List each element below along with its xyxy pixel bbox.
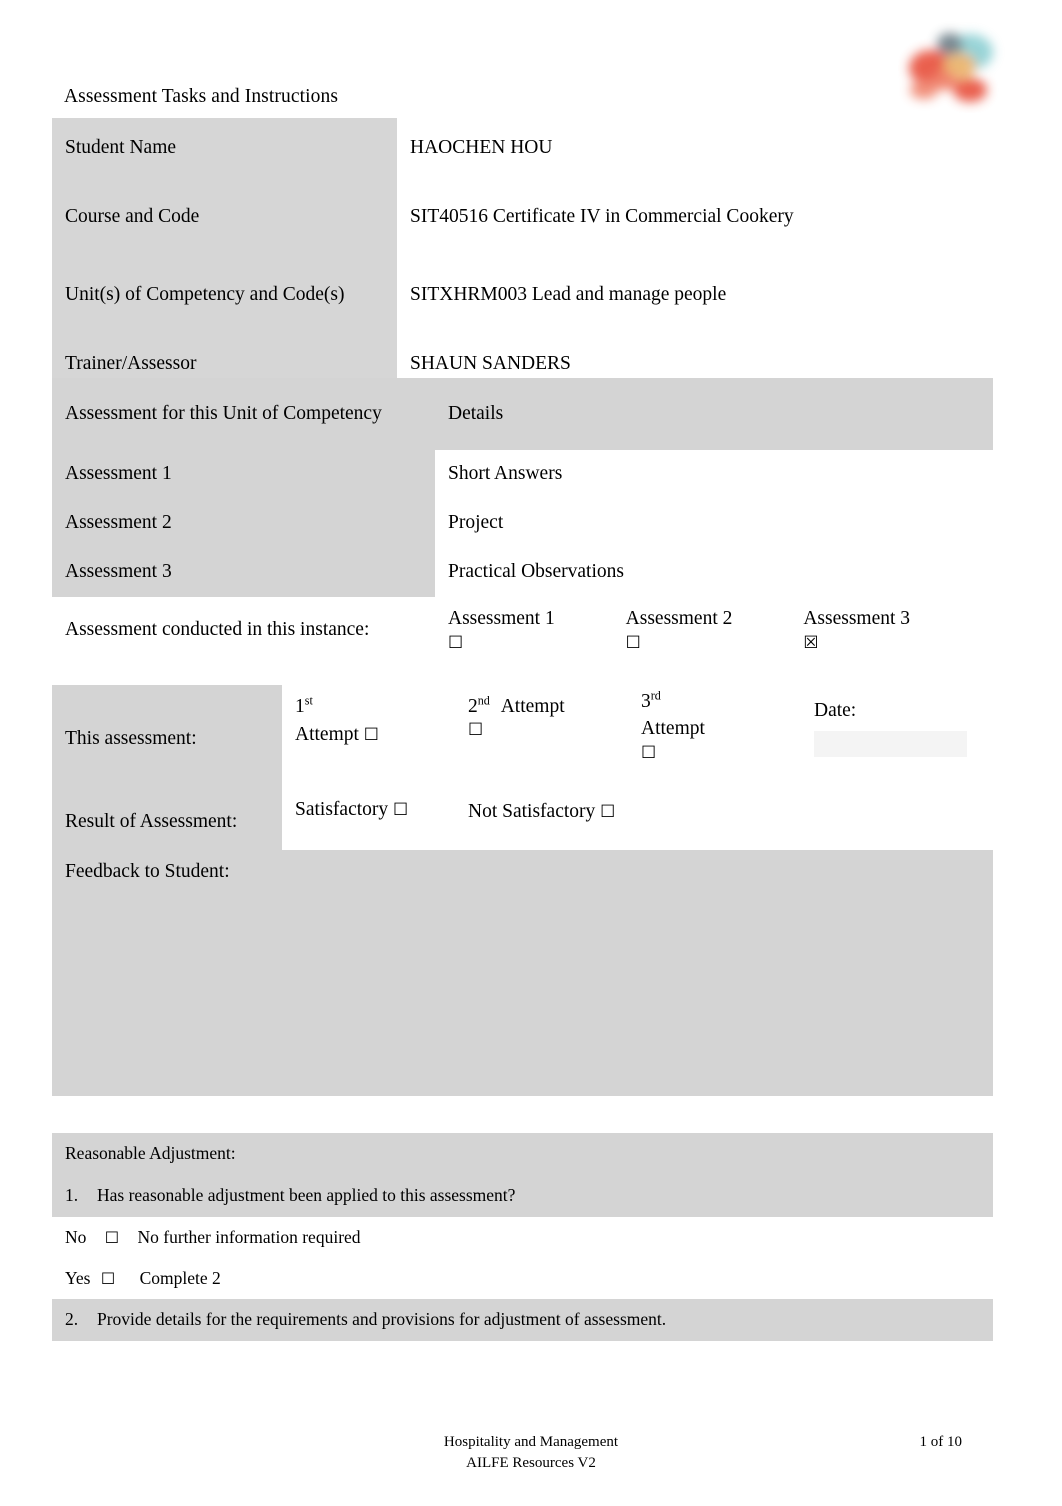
adjustment-q1-text: Has reasonable adjustment been applied t… xyxy=(97,1185,516,1206)
attempt-3-ordinal: rd xyxy=(650,688,661,703)
assessment-2-label: Assessment 2 xyxy=(52,499,435,548)
student-details-table: Student Name HAOCHEN HOU Course and Code… xyxy=(52,118,876,394)
table-header-row: Assessment for this Unit of Competency D… xyxy=(52,378,993,450)
adjustment-yes-text: Complete 2 xyxy=(139,1267,221,1288)
satisfactory-cell[interactable]: Satisfactory ☐ xyxy=(282,790,455,850)
table-row: Assessment 3 Practical Observations xyxy=(52,548,993,597)
attempt-3-checkbox[interactable]: ☐ xyxy=(641,743,789,764)
attempt-2-number: 2 xyxy=(468,696,478,717)
attempt-3-word: Attempt xyxy=(641,718,705,740)
table-row: Assessment 2 Project xyxy=(52,499,993,548)
adjustment-no-checkbox[interactable]: ☐ xyxy=(105,1228,119,1247)
adjustment-answer-box[interactable] xyxy=(52,1341,993,1396)
student-name-label: Student Name xyxy=(52,118,397,178)
footer-line-1: Hospitality and Management xyxy=(443,1434,619,1450)
date-cell[interactable]: Date: xyxy=(801,685,993,790)
course-code-label: Course and Code xyxy=(52,178,397,256)
attempt-1-cell[interactable]: 1st Attempt ☐ xyxy=(282,685,455,790)
attempt-result-table: This assessment: 1st Attempt ☐ 2nd Attem… xyxy=(52,685,993,1096)
result-row: Result of Assessment: Satisfactory ☐ Not… xyxy=(52,790,993,850)
satisfactory-label: Satisfactory xyxy=(295,799,389,820)
attempt-3-cell[interactable]: 3rd Attempt ☐ xyxy=(628,685,801,790)
attempt-2-word: Attempt xyxy=(500,696,565,717)
conducted-option-1-label: Assessment 1 xyxy=(448,608,555,630)
reasonable-adjustment-table: Reasonable Adjustment: 1. Has reasonable … xyxy=(52,1133,993,1396)
adjustment-yes-label: Yes xyxy=(65,1267,91,1288)
adjustment-q1-number: 1. xyxy=(65,1185,79,1206)
feedback-row: Feedback to Student: xyxy=(52,850,993,1096)
date-input[interactable] xyxy=(814,731,967,758)
attempt-1-ordinal: st xyxy=(304,693,313,708)
adjustment-yes-checkbox[interactable]: ☐ xyxy=(101,1269,115,1288)
footer-line-2: AILFE Resources V2 xyxy=(466,1454,596,1471)
conducted-option-2-label: Assessment 2 xyxy=(625,608,733,630)
document-page: Assessment Tasks and Instructions Studen… xyxy=(0,0,1062,1506)
conducted-option-assessment-2[interactable]: Assessment 2 ☐ xyxy=(626,607,804,654)
conducted-option-assessment-3[interactable]: Assessment 3 ☒ xyxy=(803,607,981,654)
adjustment-answer-row xyxy=(52,1341,993,1396)
assessment-2-value: Project xyxy=(435,499,993,548)
assessment-1-label: Assessment 1 xyxy=(52,450,435,499)
attempt-2-checkbox[interactable]: ☐ xyxy=(468,720,616,741)
conducted-option-3-label: Assessment 3 xyxy=(803,608,911,630)
date-label: Date: xyxy=(814,700,857,721)
not-satisfactory-checkbox[interactable]: ☐ xyxy=(600,802,615,822)
adjustment-question-1: 1. Has reasonable adjustment been applied… xyxy=(52,1175,993,1217)
assessment-3-label: Assessment 3 xyxy=(52,548,435,597)
adjustment-q2-row: 2. Provide details for the requirements a… xyxy=(52,1299,993,1341)
student-name-value[interactable]: HAOCHEN HOU xyxy=(397,118,876,178)
conducted-option-assessment-1[interactable]: Assessment 1 ☐ xyxy=(448,607,626,654)
conducted-checkbox-3[interactable]: ☒ xyxy=(803,633,981,654)
table-row: Course and Code SIT40516 Certificate IV … xyxy=(52,178,876,256)
adjustment-q2-text: Provide details for the requirements and… xyxy=(97,1309,667,1330)
attempt-1-checkbox[interactable]: ☐ xyxy=(364,725,379,745)
feedback-label: Feedback to Student: xyxy=(65,861,230,882)
details-header: Details xyxy=(435,378,993,450)
unit-competency-label: Unit(s) of Competency and Code(s) xyxy=(52,256,397,334)
adjustment-yes-row: Yes ☐ Complete 2 xyxy=(52,1258,993,1299)
this-assessment-label: This assessment: xyxy=(52,685,282,790)
table-row: Assessment 1 Short Answers xyxy=(52,450,993,499)
unit-competency-value[interactable]: SITXHRM003 Lead and manage people xyxy=(397,256,876,334)
adjustment-yes-option[interactable]: Yes ☐ Complete 2 xyxy=(52,1258,993,1299)
organisation-logo xyxy=(898,18,1008,113)
assessment-unit-header: Assessment for this Unit of Competency xyxy=(52,378,435,450)
attempt-2-ordinal: nd xyxy=(477,693,490,708)
adjustment-q1-row: 1. Has reasonable adjustment been applied… xyxy=(52,1175,993,1217)
adjustment-no-label: No xyxy=(65,1226,87,1247)
adjustment-no-option[interactable]: No ☐ No further information required xyxy=(52,1217,993,1258)
attempt-1-number: 1 xyxy=(295,696,305,717)
adjustment-q2-number: 2. xyxy=(65,1309,79,1330)
satisfactory-checkbox[interactable]: ☐ xyxy=(393,800,408,820)
table-row: Unit(s) of Competency and Code(s) SITXHR… xyxy=(52,256,876,334)
adjustment-question-2: 2. Provide details for the requirements a… xyxy=(52,1299,993,1341)
adjustment-heading-row: Reasonable Adjustment: xyxy=(52,1133,993,1175)
feedback-cell[interactable]: Feedback to Student: xyxy=(52,850,993,1096)
attempt-2-cell[interactable]: 2nd Attempt ☐ xyxy=(455,685,628,790)
footer-text: Hospitality and Management AILFE Resourc… xyxy=(0,1432,1062,1473)
attempt-3-number: 3 xyxy=(641,691,651,712)
conducted-checkbox-2[interactable]: ☐ xyxy=(626,633,804,654)
table-row: Student Name HAOCHEN HOU xyxy=(52,118,876,178)
footer-page-number: 1 of 10 xyxy=(919,1434,963,1450)
not-satisfactory-label: Not Satisfactory xyxy=(468,801,596,822)
adjustment-no-text: No further information required xyxy=(137,1226,361,1247)
result-of-assessment-label: Result of Assessment: xyxy=(52,790,282,850)
adjustment-no-row: No ☐ No further information required xyxy=(52,1217,993,1258)
assessment-1-value: Short Answers xyxy=(435,450,993,499)
reasonable-adjustment-heading: Reasonable Adjustment: xyxy=(52,1133,993,1175)
assessment-conducted-row: Assessment conducted in this instance: A… xyxy=(52,597,993,664)
assessment-3-value: Practical Observations xyxy=(435,548,993,597)
attempt-1-word: Attempt xyxy=(295,724,359,746)
page-title: Assessment Tasks and Instructions xyxy=(64,86,339,107)
logo-icon xyxy=(909,33,993,102)
assessment-conducted-options: Assessment 1 ☐ Assessment 2 ☐ Assessment… xyxy=(435,597,993,664)
attempt-row: This assessment: 1st Attempt ☐ 2nd Attem… xyxy=(52,685,993,790)
assessment-conducted-label: Assessment conducted in this instance: xyxy=(52,597,435,664)
assessment-overview-table: Assessment for this Unit of Competency D… xyxy=(52,378,993,664)
course-code-value[interactable]: SIT40516 Certificate IV in Commercial Co… xyxy=(397,178,876,256)
not-satisfactory-cell[interactable]: Not Satisfactory ☐ xyxy=(455,790,993,850)
conducted-checkbox-1[interactable]: ☐ xyxy=(448,633,626,654)
